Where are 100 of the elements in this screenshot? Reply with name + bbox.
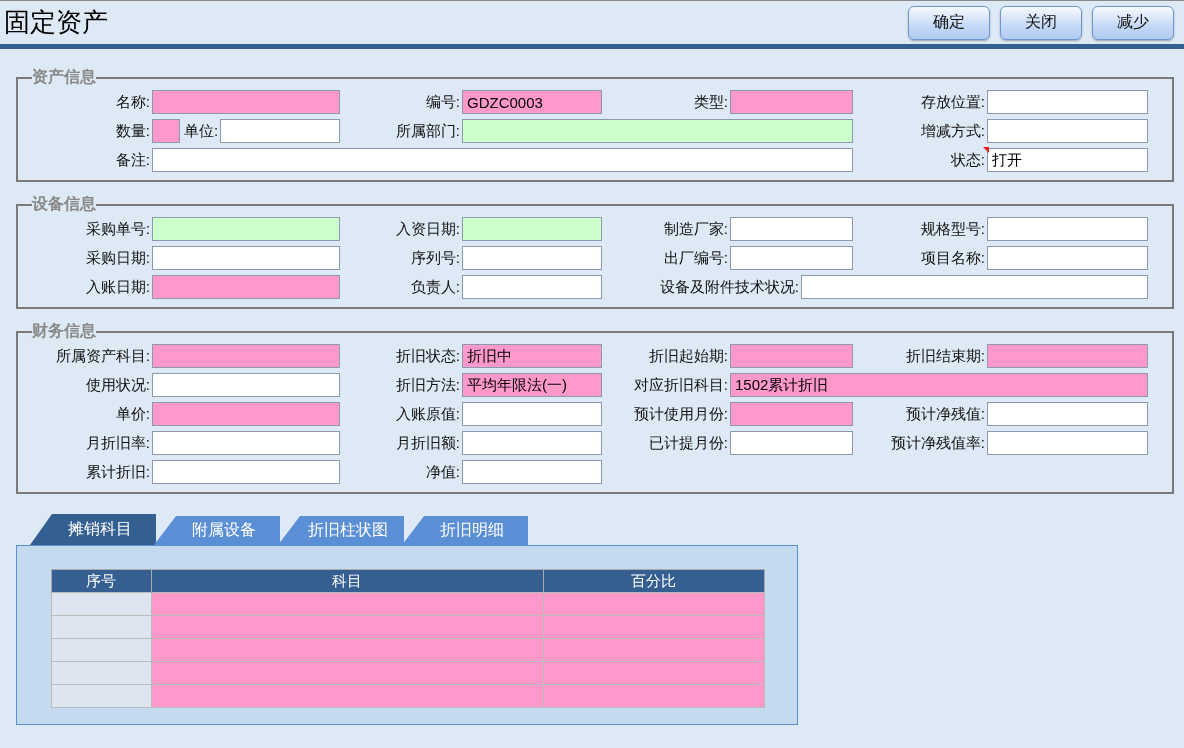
field-label: 月折旧额:	[394, 433, 460, 453]
table-cell[interactable]	[151, 661, 544, 685]
field-label: 名称:	[114, 92, 150, 112]
field-label: 已计提月份:	[647, 433, 728, 453]
input-field[interactable]: 打开	[987, 148, 1148, 172]
input-field[interactable]	[152, 217, 340, 241]
input-field[interactable]	[152, 246, 340, 270]
field-label: 预计净残值:	[904, 404, 985, 424]
table-cell[interactable]	[543, 592, 765, 616]
field-label: 数量:	[114, 121, 150, 141]
input-field[interactable]	[730, 90, 853, 114]
input-field[interactable]	[730, 217, 853, 241]
table-cell[interactable]	[51, 638, 152, 662]
table-cell[interactable]	[151, 638, 544, 662]
field-label: 类型:	[692, 92, 728, 112]
input-field[interactable]	[152, 275, 340, 299]
field-label: 出厂编号:	[662, 248, 728, 268]
field-label: 增减方式:	[919, 121, 985, 141]
table-cell[interactable]	[543, 638, 765, 662]
field-label: 所属部门:	[394, 121, 460, 141]
input-field[interactable]: 折旧中	[462, 344, 602, 368]
column-header: 序号	[51, 569, 152, 593]
input-field[interactable]	[801, 275, 1148, 299]
field-label: 采购日期:	[84, 248, 150, 268]
toolbar-button[interactable]: 确定	[908, 5, 990, 40]
field-label: 序列号:	[409, 248, 460, 268]
input-field[interactable]	[987, 402, 1148, 426]
toolbar-button[interactable]: 减少	[1092, 5, 1174, 40]
input-field[interactable]	[152, 460, 340, 484]
field-label: 状态:	[949, 150, 985, 170]
section-legend: 资产信息	[32, 67, 96, 88]
input-field[interactable]	[987, 431, 1148, 455]
tab[interactable]: 摊销科目	[30, 514, 156, 545]
field-label: 项目名称:	[919, 248, 985, 268]
input-field[interactable]	[152, 402, 340, 426]
field-label: 月折旧率:	[84, 433, 150, 453]
input-field[interactable]	[152, 373, 340, 397]
field-label: 入账原值:	[394, 404, 460, 424]
field-label: 预计净残值率:	[889, 433, 985, 453]
field-label: 单位:	[183, 121, 219, 141]
table-cell[interactable]	[543, 661, 765, 685]
field-label: 负责人:	[409, 277, 460, 297]
field-label: 入账日期:	[84, 277, 150, 297]
field-label: 单价:	[114, 404, 150, 424]
column-header: 百分比	[543, 569, 765, 593]
field-label: 折旧状态:	[394, 346, 460, 366]
input-field[interactable]	[987, 344, 1148, 368]
field-label: 设备及附件技术状况:	[658, 277, 799, 297]
field-label: 净值:	[424, 462, 460, 482]
table-cell[interactable]	[51, 615, 152, 639]
input-field[interactable]	[462, 246, 602, 270]
section-legend: 财务信息	[32, 321, 96, 342]
input-field[interactable]	[730, 344, 853, 368]
table-cell[interactable]	[543, 615, 765, 639]
input-field[interactable]	[987, 90, 1148, 114]
field-label: 规格型号:	[919, 219, 985, 239]
table-cell[interactable]	[51, 661, 152, 685]
input-field[interactable]	[987, 246, 1148, 270]
input-field[interactable]	[152, 431, 340, 455]
input-field[interactable]	[462, 119, 853, 143]
input-field[interactable]	[462, 431, 602, 455]
input-field[interactable]: GDZC0003	[462, 90, 602, 114]
field-label: 预计使用月份:	[632, 404, 728, 424]
input-field[interactable]	[462, 217, 602, 241]
input-field[interactable]	[152, 344, 340, 368]
field-label: 对应折旧科目:	[632, 375, 728, 395]
field-label: 制造厂家:	[662, 219, 728, 239]
input-field[interactable]	[730, 431, 853, 455]
input-field[interactable]: 1502累计折旧	[730, 373, 1148, 397]
input-field[interactable]	[152, 119, 180, 143]
input-field[interactable]	[462, 275, 602, 299]
input-field[interactable]	[730, 402, 853, 426]
field-label: 使用状况:	[84, 375, 150, 395]
toolbar-button[interactable]: 关闭	[1000, 5, 1082, 40]
table-cell[interactable]	[543, 684, 765, 708]
input-field[interactable]	[152, 90, 340, 114]
input-field[interactable]: 平均年限法(一)	[462, 373, 602, 397]
field-label: 折旧起始期:	[647, 346, 728, 366]
input-field[interactable]	[462, 402, 602, 426]
field-label: 所属资产科目:	[54, 346, 150, 366]
input-field[interactable]	[220, 119, 340, 143]
field-label: 折旧方法:	[394, 375, 460, 395]
input-field[interactable]	[462, 460, 602, 484]
table-cell[interactable]	[151, 684, 544, 708]
field-label: 编号:	[424, 92, 460, 112]
input-field[interactable]	[987, 217, 1148, 241]
input-field[interactable]	[730, 246, 853, 270]
column-header: 科目	[151, 569, 544, 593]
input-field[interactable]	[152, 148, 853, 172]
section-legend: 设备信息	[32, 194, 96, 215]
field-label: 采购单号:	[84, 219, 150, 239]
field-label: 备注:	[114, 150, 150, 170]
field-label: 折旧结束期:	[904, 346, 985, 366]
input-field[interactable]	[987, 119, 1148, 143]
table-cell[interactable]	[51, 592, 152, 616]
field-label: 入资日期:	[394, 219, 460, 239]
table-cell[interactable]	[51, 684, 152, 708]
table-cell[interactable]	[151, 615, 544, 639]
table-cell[interactable]	[151, 592, 544, 616]
page-title: 固定资产	[4, 6, 108, 39]
